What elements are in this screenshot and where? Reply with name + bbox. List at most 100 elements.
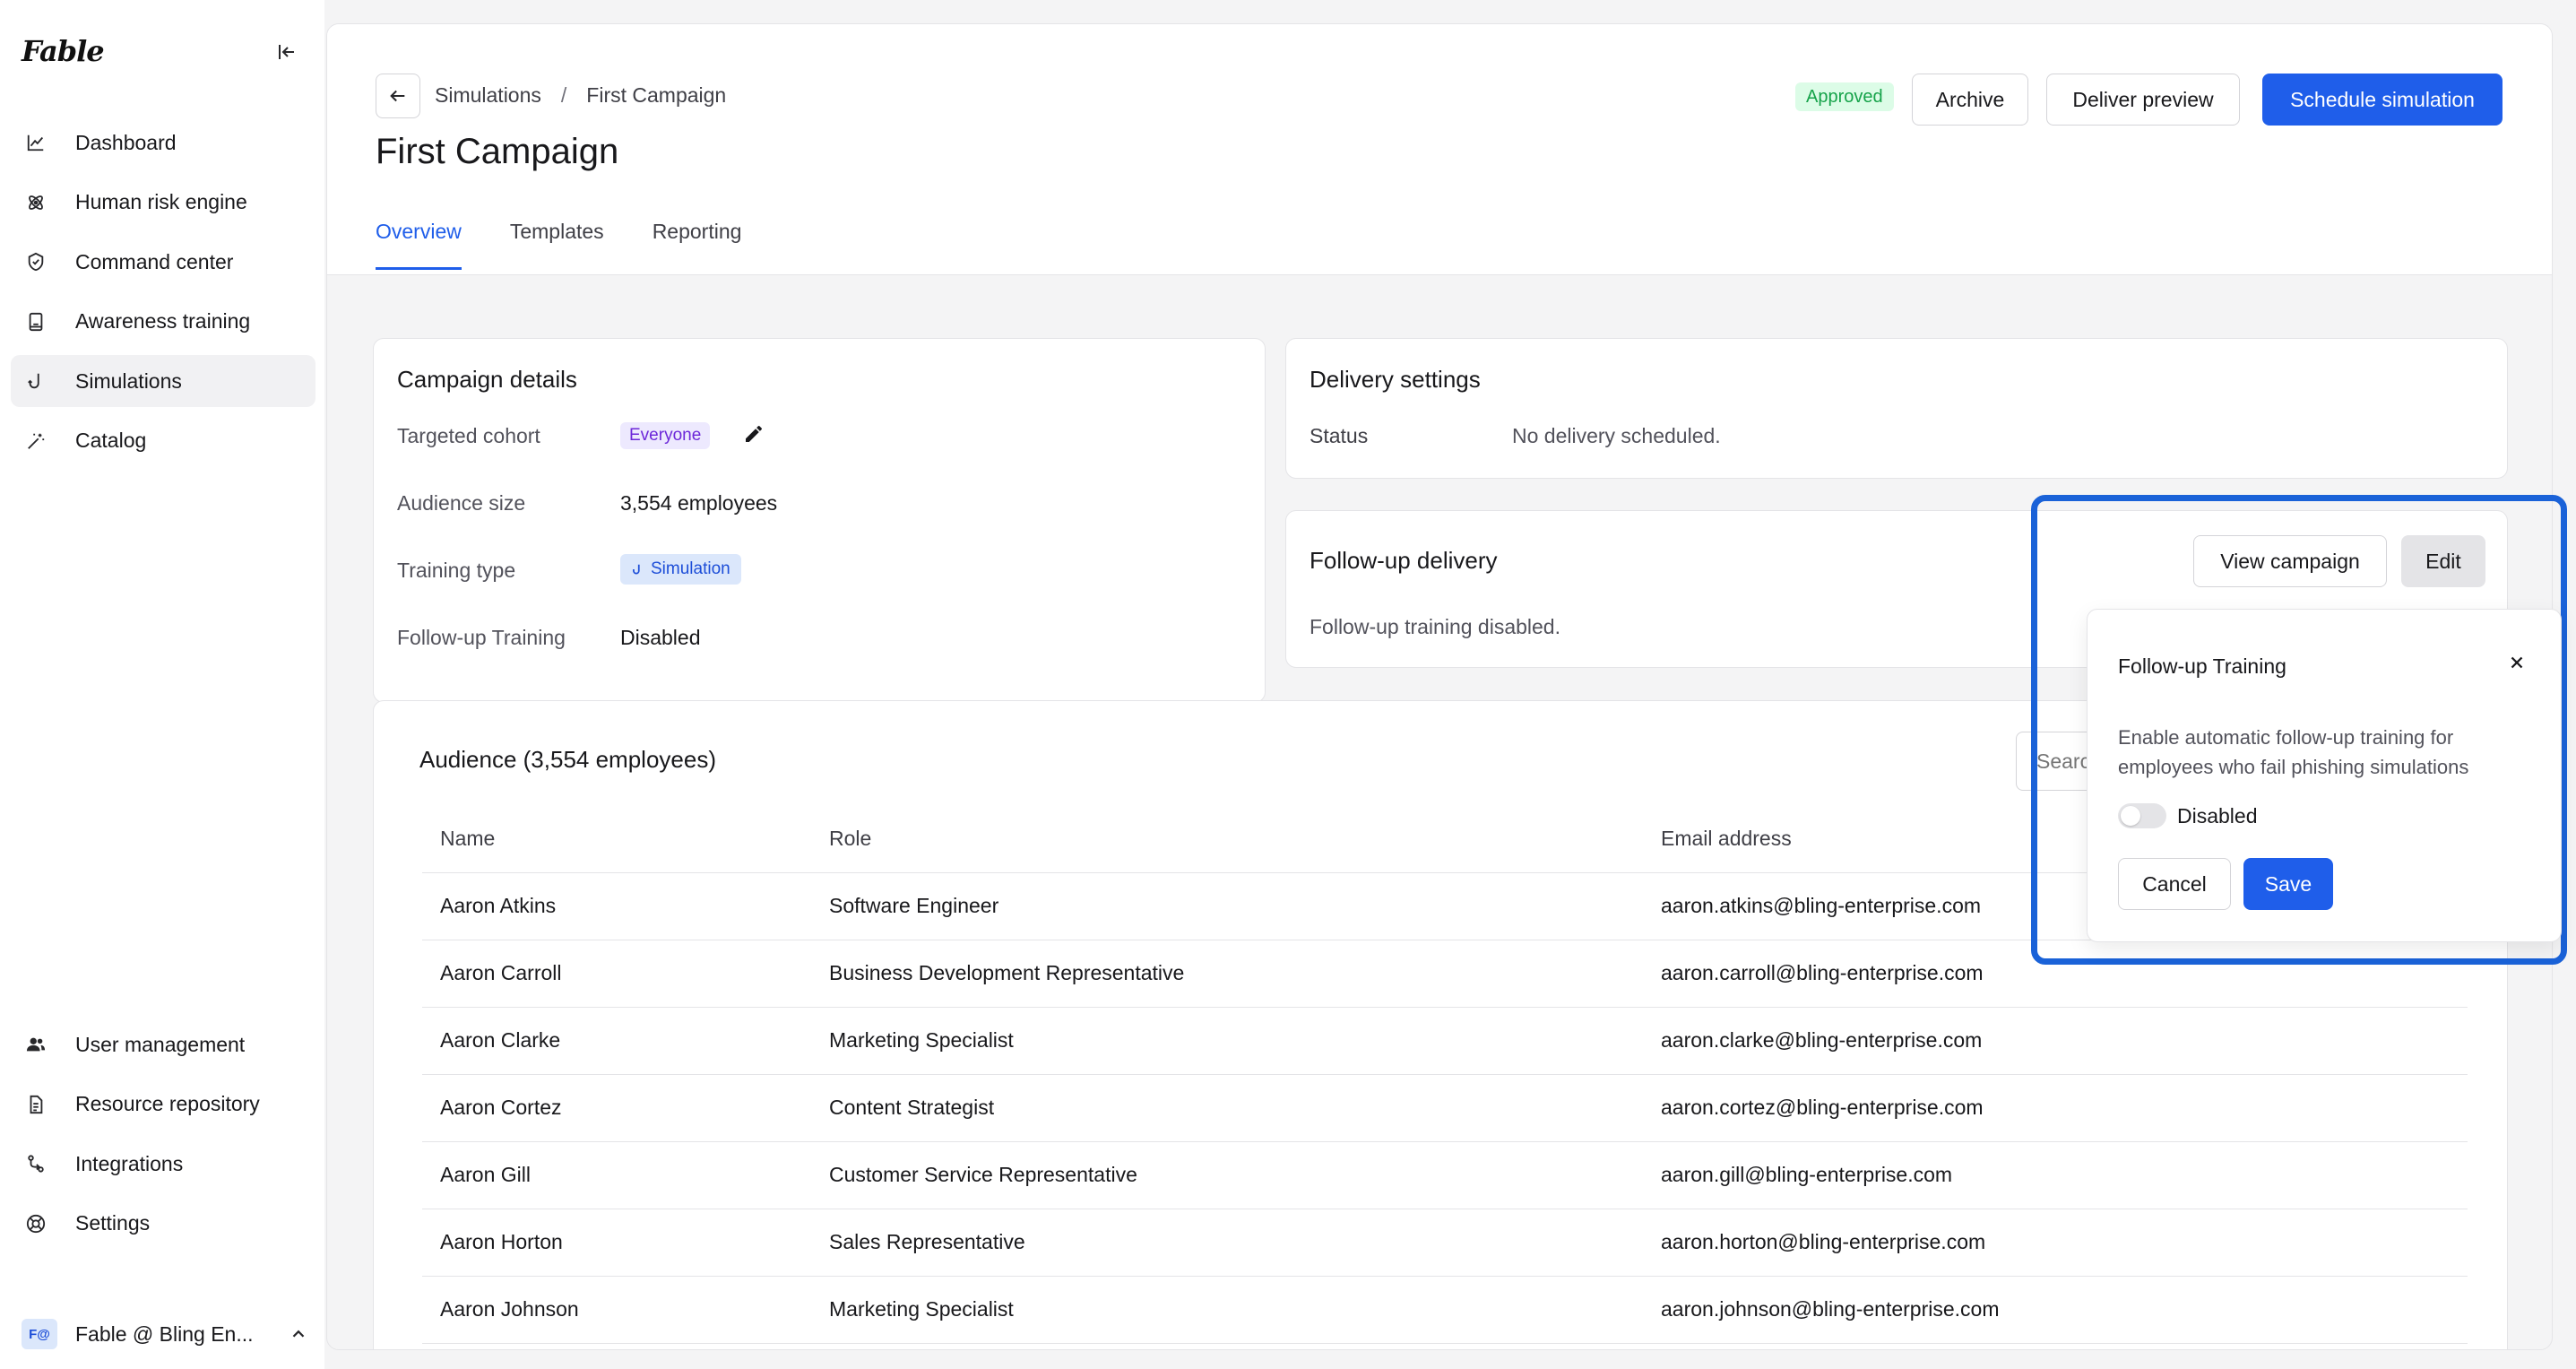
edit-cohort-button[interactable] bbox=[743, 423, 765, 449]
followup-training-toggle[interactable] bbox=[2118, 803, 2166, 828]
hook-icon bbox=[633, 564, 640, 575]
cancel-button[interactable]: Cancel bbox=[2118, 858, 2231, 910]
view-campaign-button[interactable]: View campaign bbox=[2193, 535, 2387, 587]
sidebar-item-catalog[interactable]: Catalog bbox=[11, 415, 316, 467]
followup-training-popover: Follow-up Training Enable automatic foll… bbox=[2087, 609, 2562, 942]
sidebar-item-simulations[interactable]: Simulations bbox=[11, 355, 316, 408]
sidebar-item-command-center[interactable]: Command center bbox=[11, 236, 316, 288]
tab-templates[interactable]: Templates bbox=[510, 220, 604, 270]
sidebar-item-resource-repository[interactable]: Resource repository bbox=[11, 1079, 316, 1131]
sidebar-item-dashboard[interactable]: Dashboard bbox=[11, 117, 316, 169]
sidebar-item-user-management[interactable]: User management bbox=[11, 1018, 316, 1070]
training-type-value: Simulation bbox=[651, 559, 730, 578]
delivery-status-value: No delivery scheduled. bbox=[1512, 424, 1721, 447]
secondary-nav: User management Resource repository Inte… bbox=[11, 1018, 316, 1257]
column-header-name[interactable]: Name bbox=[422, 805, 811, 873]
sidebar-item-settings[interactable]: Settings bbox=[11, 1198, 316, 1250]
followup-delivery-title: Follow-up delivery bbox=[1310, 547, 1498, 574]
cell-email: aaron.cortez@bling-enterprise.com bbox=[1643, 1074, 2468, 1142]
main-nav: Dashboard Human risk engine Command cent… bbox=[11, 117, 316, 475]
chart-line-icon bbox=[23, 130, 48, 155]
audience-title: Audience (3,554 employees) bbox=[419, 746, 716, 773]
cell-name: Aaron Gill bbox=[422, 1141, 811, 1209]
sidebar: Fable Dashboard Human risk engine Comman… bbox=[0, 0, 324, 1369]
targeted-cohort-label: Targeted cohort bbox=[397, 424, 540, 447]
cohort-badge: Everyone bbox=[620, 422, 711, 449]
column-header-role[interactable]: Role bbox=[811, 805, 1643, 873]
table-row[interactable]: Aaron Gill Customer Service Representativ… bbox=[422, 1141, 2468, 1209]
cell-name: Aaron Cortez bbox=[422, 1074, 811, 1142]
collapse-icon bbox=[279, 45, 294, 59]
archive-button[interactable]: Archive bbox=[1912, 74, 2028, 126]
audience-table-body: Aaron Atkins Software Engineer aaron.atkin… bbox=[422, 872, 2468, 1344]
delivery-settings-card: Delivery settings Status No delivery sch… bbox=[1285, 338, 2508, 479]
audience-size-label: Audience size bbox=[397, 491, 526, 515]
table-row[interactable]: Aaron Horton Sales Representative aaron.ho… bbox=[422, 1209, 2468, 1277]
page-title: First Campaign bbox=[376, 132, 619, 171]
cell-name: Aaron Atkins bbox=[422, 872, 811, 940]
sidebar-item-label: Dashboard bbox=[75, 130, 177, 154]
training-type-label: Training type bbox=[397, 559, 516, 582]
atom-icon bbox=[23, 190, 48, 215]
table-row[interactable]: Aaron Johnson Marketing Specialist aaron.j… bbox=[422, 1276, 2468, 1344]
breadcrumb-simulations[interactable]: Simulations bbox=[435, 83, 541, 108]
toggle-label: Disabled bbox=[2177, 804, 2258, 827]
edit-followup-button[interactable]: Edit bbox=[2401, 535, 2485, 587]
sidebar-item-label: Awareness training bbox=[75, 309, 251, 334]
sidebar-item-label: Simulations bbox=[75, 368, 182, 393]
cell-role: Sales Representative bbox=[811, 1209, 1643, 1277]
sidebar-item-label: User management bbox=[75, 1032, 246, 1056]
audience-size-value: 3,554 employees bbox=[620, 491, 778, 515]
sidebar-item-label: Integrations bbox=[75, 1151, 184, 1175]
magic-wand-icon bbox=[23, 429, 48, 454]
sidebar-item-integrations[interactable]: Integrations bbox=[11, 1138, 316, 1190]
popover-close-button[interactable] bbox=[2507, 653, 2527, 677]
table-row[interactable]: Aaron Cortez Content Strategist aaron.cort… bbox=[422, 1074, 2468, 1142]
sidebar-item-label: Command center bbox=[75, 249, 234, 273]
followup-training-value: Disabled bbox=[620, 626, 701, 649]
shield-check-icon bbox=[23, 249, 48, 274]
training-type-badge: Simulation bbox=[620, 554, 741, 585]
page-header: Simulations / First Campaign First Campa… bbox=[327, 24, 2552, 275]
arrow-left-icon bbox=[390, 90, 405, 102]
tab-reporting[interactable]: Reporting bbox=[653, 220, 742, 270]
sidebar-item-label: Settings bbox=[75, 1211, 151, 1235]
sidebar-item-awareness-training[interactable]: Awareness training bbox=[11, 296, 316, 348]
users-icon bbox=[23, 1032, 48, 1057]
org-switcher[interactable]: F@ Fable @ Bling En... bbox=[22, 1314, 308, 1354]
delivery-settings-title: Delivery settings bbox=[1310, 366, 1481, 393]
lifebuoy-icon bbox=[23, 1211, 48, 1236]
table-row[interactable]: Aaron Carroll Business Development Repres… bbox=[422, 940, 2468, 1008]
followup-training-label: Follow-up Training bbox=[397, 626, 566, 649]
cell-role: Marketing Specialist bbox=[811, 1276, 1643, 1344]
cell-email: aaron.clarke@bling-enterprise.com bbox=[1643, 1007, 2468, 1075]
cell-email: aaron.carroll@bling-enterprise.com bbox=[1643, 940, 2468, 1008]
collapse-sidebar-button[interactable] bbox=[269, 36, 305, 68]
cell-role: Marketing Specialist bbox=[811, 1007, 1643, 1075]
back-button[interactable] bbox=[376, 74, 420, 118]
pencil-icon bbox=[746, 426, 762, 442]
cell-name: Aaron Clarke bbox=[422, 1007, 811, 1075]
delivery-status-label: Status bbox=[1310, 424, 1369, 447]
campaign-details-card: Campaign details Targeted cohort Everyon… bbox=[373, 338, 1266, 703]
breadcrumb-separator: / bbox=[560, 83, 567, 107]
file-text-icon bbox=[23, 1092, 48, 1117]
table-row[interactable]: Aaron Clarke Marketing Specialist aaron.cl… bbox=[422, 1007, 2468, 1075]
tab-overview[interactable]: Overview bbox=[376, 220, 462, 270]
cell-name: Aaron Horton bbox=[422, 1209, 811, 1277]
cell-role: Customer Service Representative bbox=[811, 1141, 1643, 1209]
status-badge: Approved bbox=[1795, 82, 1894, 111]
followup-delivery-text: Follow-up training disabled. bbox=[1310, 615, 1560, 638]
git-branch-icon bbox=[23, 1151, 48, 1176]
sidebar-item-label: Resource repository bbox=[75, 1092, 260, 1116]
breadcrumb: Simulations / First Campaign bbox=[435, 83, 726, 108]
deliver-preview-button[interactable]: Deliver preview bbox=[2046, 74, 2240, 126]
cell-role: Content Strategist bbox=[811, 1074, 1643, 1142]
sidebar-item-human-risk-engine[interactable]: Human risk engine bbox=[11, 177, 316, 229]
fable-logo: Fable bbox=[22, 34, 105, 68]
schedule-simulation-button[interactable]: Schedule simulation bbox=[2262, 74, 2503, 126]
tab-bar: Overview Templates Reporting bbox=[376, 220, 741, 270]
sidebar-item-label: Catalog bbox=[75, 429, 147, 453]
close-icon bbox=[2511, 656, 2523, 669]
save-button[interactable]: Save bbox=[2243, 858, 2333, 910]
